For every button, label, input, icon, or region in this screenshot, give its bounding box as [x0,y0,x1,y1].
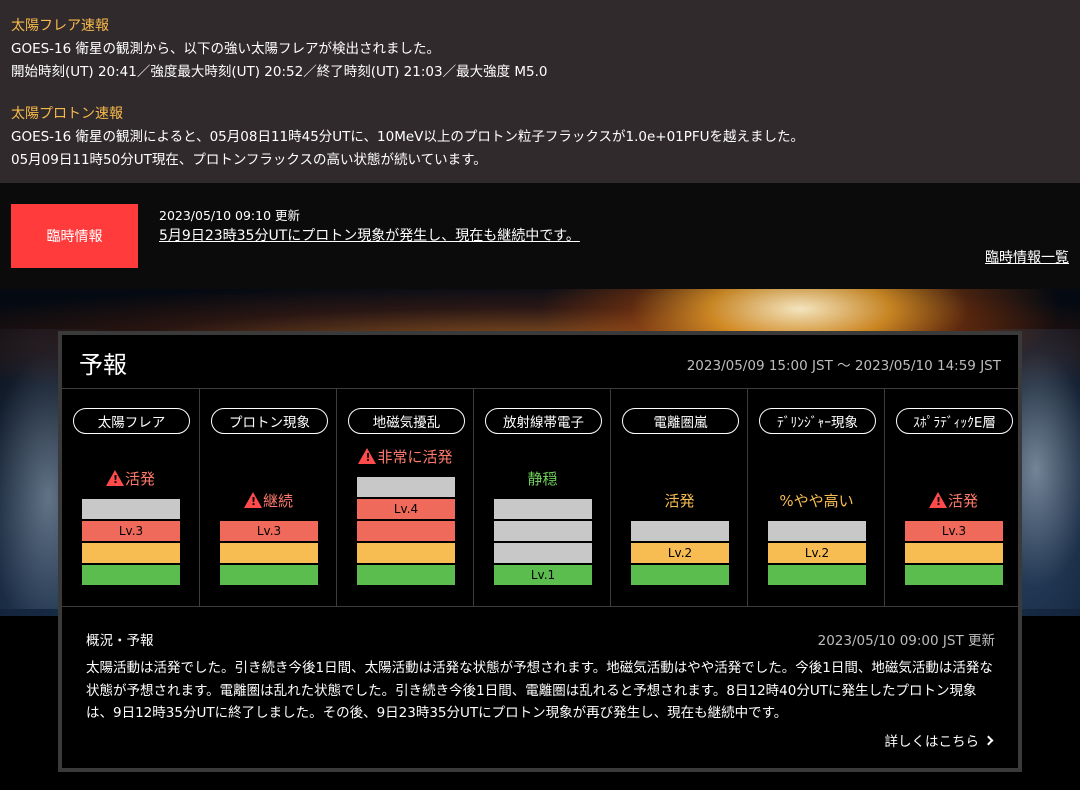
warning-icon [358,448,377,464]
more-details-link[interactable]: 詳しくはこちら [884,730,994,750]
level-segment [493,520,593,542]
forecast-category-label: ｽﾎﾟﾗﾃﾞｨｯｸE層 [896,408,1013,434]
level-label: Lv.3 [118,524,144,538]
level-meter: Lv.2 [630,520,730,586]
forecast-status: 活発 [62,468,199,489]
level-segment [493,542,593,564]
summary-text: 太陽活動は活発でした。引き続き今後1日間、太陽活動は活発な状態が予想されます。地… [86,660,993,721]
level-segment: Lv.3 [904,520,1004,542]
forecast-status-text: 非常に活発 [377,448,453,466]
level-segment: Lv.1 [493,564,593,586]
forecast-column[interactable]: プロトン現象継続 Lv.3 [199,388,336,606]
notice-link[interactable]: 5月9日23時35分UTにプロトン現象が発生し、現在も継続中です。 [159,225,580,245]
forecast-category-label: 地磁気擾乱 [348,408,465,434]
chevron-right-icon [983,735,994,745]
more-details-label: 詳しくはこちら [884,734,980,750]
level-meter: Lv.4 [356,476,456,586]
level-segment [356,476,456,498]
level-segment [767,564,867,586]
forecast-column[interactable]: ﾃﾞﾘﾝｼﾞｬｰ現象 %やや高い Lv.2 [747,388,884,606]
level-segment [81,498,181,520]
level-meter: Lv.3 [81,498,181,586]
forecast-category-label: 太陽フレア [73,408,190,434]
warning-icon [105,470,124,486]
forecast-status-text: 活発 [664,492,695,510]
level-segment: Lv.3 [219,520,319,542]
forecast-period: 2023/05/09 15:00 JST 〜 2023/05/10 14:59 … [686,358,1001,374]
forecast-status-text: 静穏 [527,470,558,488]
forecast-status: 活発 [611,490,748,511]
level-meter: Lv.3 [904,520,1004,586]
proton-alert-title: 太陽プロトン速報 [11,106,123,122]
forecast-status: 静穏 [474,468,611,489]
forecast-title: 予報 [79,351,127,379]
level-segment: Lv.4 [356,498,456,520]
forecast-status: %やや高い [748,490,885,511]
forecast-panel: 予報 2023/05/09 15:00 JST 〜 2023/05/10 14:… [58,331,1022,772]
notice-date: 2023/05/10 09:10 更新 [159,208,301,223]
forecast-category-label: ﾃﾞﾘﾝｼﾞｬｰ現象 [759,408,876,434]
forecast-category-label: 電離圏嵐 [622,408,739,434]
level-label: Lv.3 [941,524,967,538]
level-segment [904,542,1004,564]
level-segment [493,498,593,520]
level-segment: Lv.3 [81,520,181,542]
forecast-column[interactable]: 地磁気擾乱非常に活発 Lv.4 [336,388,473,606]
level-segment [81,542,181,564]
forecast-columns: 太陽フレア活発 Lv.3 プロトン現象継続 Lv.3 地磁気擾乱非常に活発 Lv.4 放射線… [62,388,1018,606]
forecast-status-text: %やや高い [779,492,854,510]
alerts-section: 太陽フレア速報 GOES-16 衛星の観測から、以下の強い太陽フレアが検出されま… [0,0,1080,183]
level-segment [630,564,730,586]
forecast-status: 継続 [200,490,337,511]
flare-alert-line-2: 開始時刻(UT) 20:41／強度最大時刻(UT) 20:52／終了時刻(UT)… [11,63,548,80]
level-segment [904,564,1004,586]
summary-updated: 2023/05/10 09:00 JST 更新 [817,633,995,649]
forecast-status-text: 活発 [947,492,978,510]
forecast-category-label: 放射線帯電子 [485,408,602,434]
level-segment [356,564,456,586]
forecast-column[interactable]: 太陽フレア活発 Lv.3 [62,388,199,606]
warning-icon [928,492,947,508]
level-segment: Lv.2 [767,542,867,564]
level-label: Lv.2 [667,546,693,560]
forecast-column[interactable]: ｽﾎﾟﾗﾃﾞｨｯｸE層活発 Lv.3 [884,388,1021,606]
level-segment [356,542,456,564]
level-label: Lv.4 [393,502,419,516]
summary-heading: 概況・予報 [86,633,154,649]
forecast-status-text: 活発 [124,470,155,488]
level-meter: Lv.1 [493,498,593,586]
level-label: Lv.3 [256,524,282,538]
flare-alert-title: 太陽フレア速報 [11,18,109,34]
level-meter: Lv.2 [767,520,867,586]
proton-alert-line-2: 05月09日11時50分UT現在、プロトンフラックスの高い状態が続いています。 [11,151,487,168]
notice-badge: 臨時情報 [11,204,138,268]
level-segment: Lv.2 [630,542,730,564]
flare-alert: 太陽フレア速報 GOES-16 衛星の観測から、以下の強い太陽フレアが検出されま… [11,14,547,83]
proton-alert: 太陽プロトン速報 GOES-16 衛星の観測によると、05月08日11時45分U… [11,102,804,171]
forecast-column[interactable]: 放射線帯電子静穏 Lv.1 [473,388,610,606]
level-label: Lv.1 [530,568,556,582]
level-segment [219,564,319,586]
notice-bar: 臨時情報 2023/05/10 09:10 更新 5月9日23時35分UTにプロ… [0,183,1080,289]
level-segment [219,542,319,564]
forecast-status: 非常に活発 [337,446,474,467]
forecast-column[interactable]: 電離圏嵐活発 Lv.2 [610,388,747,606]
level-segment [767,520,867,542]
level-segment [81,564,181,586]
level-segment [356,520,456,542]
forecast-category-label: プロトン現象 [211,408,328,434]
forecast-status-text: 継続 [262,492,293,510]
proton-alert-line-1: GOES-16 衛星の観測によると、05月08日11時45分UTに、10MeV以… [11,129,805,145]
level-meter: Lv.3 [219,520,319,586]
warning-icon [243,492,262,508]
flare-alert-line-1: GOES-16 衛星の観測から、以下の強い太陽フレアが検出されました。 [11,41,441,57]
level-segment [630,520,730,542]
level-label: Lv.2 [804,546,830,560]
notice-list-link[interactable]: 臨時情報一覧 [985,247,1069,267]
forecast-status: 活発 [885,490,1022,511]
